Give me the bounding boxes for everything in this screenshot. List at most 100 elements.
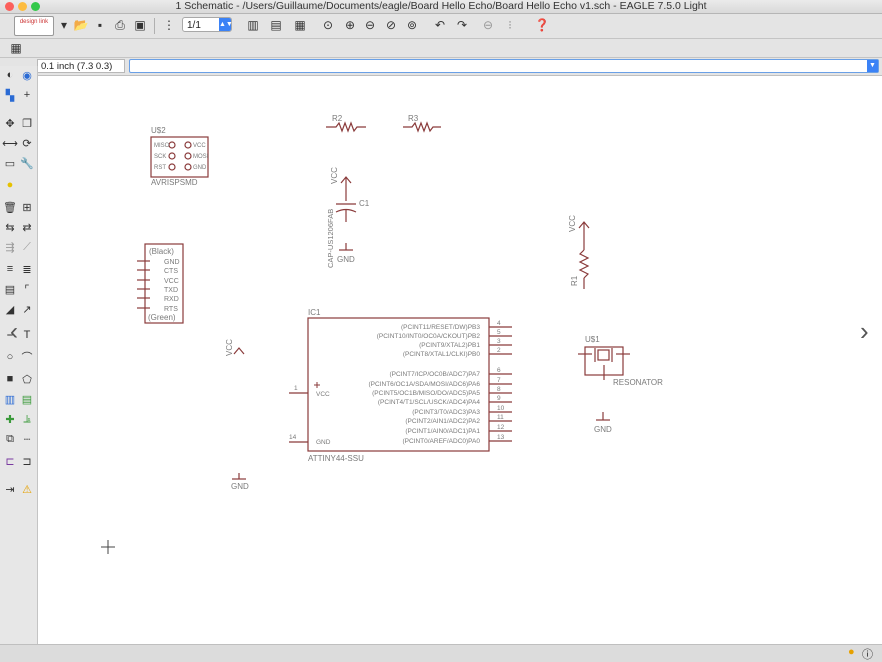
zoom-window-button[interactable]	[31, 2, 40, 11]
c1-value: CAP-US1206FAB	[326, 209, 335, 268]
sheet-select[interactable]: 1/1 ▲▼	[182, 17, 233, 32]
ic1-rpin-num: 8	[497, 386, 501, 393]
copy-icon[interactable]: ❐	[20, 116, 34, 130]
ftdi-pin-rts: RTS	[164, 306, 178, 313]
resonator-value: RESONATOR	[613, 378, 663, 387]
grid-icon[interactable]: ▦	[8, 40, 24, 56]
cam-icon[interactable]: ▣	[132, 17, 148, 33]
pinswap-icon[interactable]: ⇆	[3, 220, 17, 234]
status-bar: ● ⓘ	[0, 644, 882, 662]
junction-icon[interactable]: ✚	[3, 412, 17, 426]
ic1-rpin-label: (PCINT5/OC1B/MISO/DO/ADC5)PA5	[372, 390, 480, 397]
ic1-rpin-num: 5	[497, 329, 501, 336]
layer-display-icon[interactable]: ▚	[3, 88, 17, 102]
open-folder-icon[interactable]: ▾	[56, 17, 72, 33]
name-icon[interactable]: ≡	[3, 262, 17, 276]
gnd-resonator: GND	[594, 425, 612, 434]
ic1-name: IC1	[308, 308, 321, 317]
usb-pin-vcc: VCC	[193, 143, 206, 149]
dimension-icon[interactable]: ┄	[20, 432, 34, 446]
attribute-icon[interactable]: ⧉	[3, 432, 17, 446]
board-icon[interactable]: ▦	[292, 17, 308, 33]
save-icon[interactable]: ▪	[92, 17, 108, 33]
ic1-rpin-num: 11	[497, 414, 504, 421]
zoom-select-icon[interactable]: ⊚	[404, 17, 420, 33]
info-icon[interactable]: ◐	[3, 68, 17, 82]
command-input[interactable]: ▼	[129, 59, 879, 73]
close-window-button[interactable]	[5, 2, 14, 11]
main-toolbar: design link ▾ 📂 ▪ ⎙ ▣ ⋮ 1/1 ▲▼ ▥ ▤ ▦ ⊙ ⊕…	[0, 14, 882, 39]
stop-icon[interactable]: ⊖	[480, 17, 496, 33]
group-icon[interactable]: ▭	[3, 156, 17, 170]
nav-left-icon[interactable]: ‹	[10, 318, 18, 346]
usb-pin-rst: RST	[154, 165, 166, 171]
zoom-redraw-icon[interactable]: ⊘	[383, 17, 399, 33]
grid-readout: 0.1 inch (7.3 0.3)	[37, 59, 125, 73]
ic1-pin1-num: 1	[294, 385, 298, 392]
rotate-icon[interactable]: ⟳	[20, 136, 34, 150]
redo-icon[interactable]: ↷	[454, 17, 470, 33]
smash-icon[interactable]: ▤	[3, 282, 17, 296]
ic1-pin14-num: 14	[289, 434, 297, 441]
usb-pin-mosi: MOSI	[193, 154, 209, 160]
schematic-drawing: U$2 AVRISPSMD MISO SCK RST VCC MOSI GND …	[101, 114, 663, 554]
chevron-down-icon[interactable]: ▼	[867, 60, 878, 72]
mirror-icon[interactable]: ⟷	[2, 136, 18, 150]
circle-icon[interactable]: ○	[3, 350, 17, 364]
value-icon[interactable]: ≣	[20, 262, 34, 276]
eye-icon[interactable]: ◉	[20, 68, 34, 82]
warning-icon[interactable]: ⚠	[20, 482, 34, 496]
gnd-c1: GND	[337, 255, 355, 264]
gateswap-icon[interactable]: ⇄	[20, 220, 34, 234]
ic1-rpin-label: (PCINT8/XTAL1/CLKI)PB0	[403, 351, 481, 358]
ulp-icon[interactable]: ▤	[268, 17, 284, 33]
zoom-fit-icon[interactable]: ⊙	[320, 17, 336, 33]
vcc-c1: VCC	[330, 167, 339, 184]
usb-pin-gnd: GND	[193, 165, 207, 171]
text-icon[interactable]: T	[20, 328, 34, 342]
label-icon[interactable]: ⫡	[20, 412, 34, 426]
ic1-rpin-label: (PCINT0/AREF/ADC0)PA0	[402, 438, 480, 445]
design-link-button[interactable]: design link	[14, 16, 54, 36]
miter-icon[interactable]: ⌜	[20, 282, 34, 296]
ic1-pin14-label: GND	[316, 439, 331, 446]
mark-icon[interactable]: +	[20, 88, 34, 102]
move-icon[interactable]: ✥	[3, 116, 17, 130]
schematic-canvas[interactable]: U$2 AVRISPSMD MISO SCK RST VCC MOSI GND …	[10, 76, 882, 644]
c1-name: C1	[359, 199, 370, 208]
status-info-icon[interactable]: ⓘ	[862, 646, 873, 662]
paste-icon[interactable]: ●	[3, 178, 17, 192]
print-icon[interactable]: ⎙	[112, 17, 128, 33]
script-icon[interactable]: ▥	[245, 17, 261, 33]
rect-icon[interactable]: ■	[3, 372, 17, 386]
polygon-icon[interactable]: ⬠	[20, 372, 34, 386]
ic1-rpin-num: 4	[497, 320, 501, 327]
bus-icon[interactable]: ▥	[3, 392, 17, 406]
r2-name: R2	[332, 114, 343, 123]
minimize-window-button[interactable]	[18, 2, 27, 11]
undo-icon[interactable]: ↶	[432, 17, 448, 33]
erc-icon[interactable]: ⇥	[3, 482, 17, 496]
open-icon[interactable]: 📂	[73, 17, 89, 33]
invoke-icon[interactable]: ↗	[20, 302, 34, 316]
net-icon[interactable]: ▤	[20, 392, 34, 406]
change-icon[interactable]: 🔧	[20, 156, 34, 170]
delete-icon[interactable]: 🗑	[3, 200, 17, 214]
zoom-out-icon[interactable]: ⊖	[362, 17, 378, 33]
module-icon[interactable]: ⊐	[20, 454, 34, 468]
help-icon[interactable]: ❓	[534, 17, 550, 33]
arc-icon[interactable]: ⌒	[20, 350, 34, 364]
replace-icon[interactable]: ⇶	[3, 240, 17, 254]
vcc-r1: VCC	[568, 215, 577, 232]
frame-icon[interactable]: ⊏	[3, 454, 17, 468]
add-icon[interactable]: ⊞	[20, 200, 34, 214]
go-icon[interactable]: ⁝	[502, 17, 518, 33]
use-library-icon[interactable]: ⋮	[161, 17, 177, 33]
status-warning-icon[interactable]: ●	[848, 646, 855, 658]
split-wire-icon[interactable]: ◢	[3, 302, 17, 316]
layer-toolbar: ▦	[0, 39, 882, 58]
command-row: 0.1 inch (7.3 0.3) ▼	[0, 58, 882, 76]
zoom-in-icon[interactable]: ⊕	[342, 17, 358, 33]
nav-right-icon[interactable]: ›	[860, 316, 869, 347]
split-icon[interactable]: ⟋	[20, 240, 34, 254]
